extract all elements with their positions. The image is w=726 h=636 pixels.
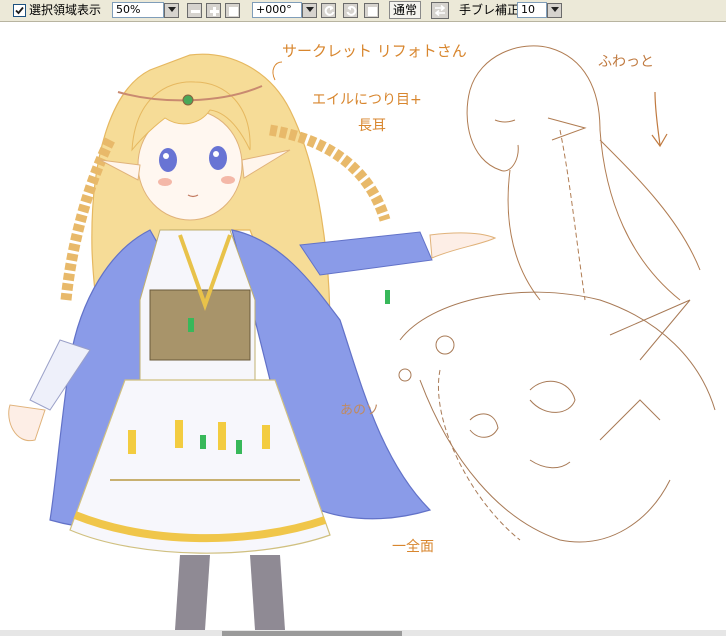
drawing-canvas[interactable]: サークレット リフォトさん エイルにつり目+ 長耳 ふわっと あのソ 一全面 <box>0 22 726 630</box>
selection-display-checkbox[interactable] <box>13 4 26 17</box>
artwork: サークレット リフォトさん エイルにつり目+ 長耳 ふわっと あのソ 一全面 <box>8 42 716 630</box>
zoom-dropdown-button[interactable] <box>164 3 179 18</box>
eye-left <box>159 148 177 172</box>
flip-button[interactable] <box>431 2 449 19</box>
zoom-reset-button[interactable] <box>225 3 240 18</box>
annotation-ano: あのソ <box>340 403 379 418</box>
annotation-line2: エイルにつり目+ <box>312 92 422 108</box>
leg-right <box>250 555 285 630</box>
blend-mode-button[interactable]: 通常 <box>389 1 422 19</box>
stabilizer-field[interactable]: 10 <box>517 2 547 18</box>
zoom-field[interactable]: 50% <box>112 2 164 18</box>
rotate-right-button[interactable] <box>343 3 358 18</box>
stabilizer-label: 手ブレ補正 <box>459 3 520 17</box>
rotate-right-icon <box>346 5 357 16</box>
rotation-reset-button[interactable] <box>364 3 379 18</box>
annotation-ichimai: 一全面 <box>392 538 434 555</box>
checkmark-icon <box>15 6 24 15</box>
rotate-left-button[interactable] <box>321 3 336 18</box>
toolbar: 選択領域表示 50% +000° 通常 手ブレ補正 10 <box>0 0 726 22</box>
annotation-fuwatto: ふわっと <box>598 54 654 70</box>
annotation-name: サークレット リフォトさん <box>282 42 467 60</box>
selection-display-label: 選択領域表示 <box>29 3 102 17</box>
rotate-left-icon <box>324 5 335 16</box>
sketch-profile <box>466 45 701 301</box>
swap-arrows-icon <box>434 4 446 17</box>
square-icon <box>368 7 377 16</box>
rotation-dropdown-button[interactable] <box>302 3 317 18</box>
corset <box>149 289 251 361</box>
minus-icon <box>191 10 200 13</box>
square-icon <box>229 7 238 16</box>
zoom-in-button[interactable] <box>206 3 221 18</box>
leg-left <box>175 555 210 630</box>
rotation-field[interactable]: +000° <box>252 2 302 18</box>
hand-left <box>8 404 46 442</box>
chevron-down-icon <box>550 7 559 12</box>
eye-right <box>209 146 227 170</box>
plus-icon <box>210 7 219 16</box>
annotation-line3: 長耳 <box>358 118 386 134</box>
chevron-down-icon <box>305 7 314 12</box>
chevron-down-icon <box>167 7 176 12</box>
horizontal-scrollbar-thumb[interactable] <box>222 631 402 636</box>
zoom-out-button[interactable] <box>187 3 202 18</box>
hand-right <box>429 232 497 259</box>
stabilizer-dropdown-button[interactable] <box>547 3 562 18</box>
sketch-face <box>398 291 716 543</box>
